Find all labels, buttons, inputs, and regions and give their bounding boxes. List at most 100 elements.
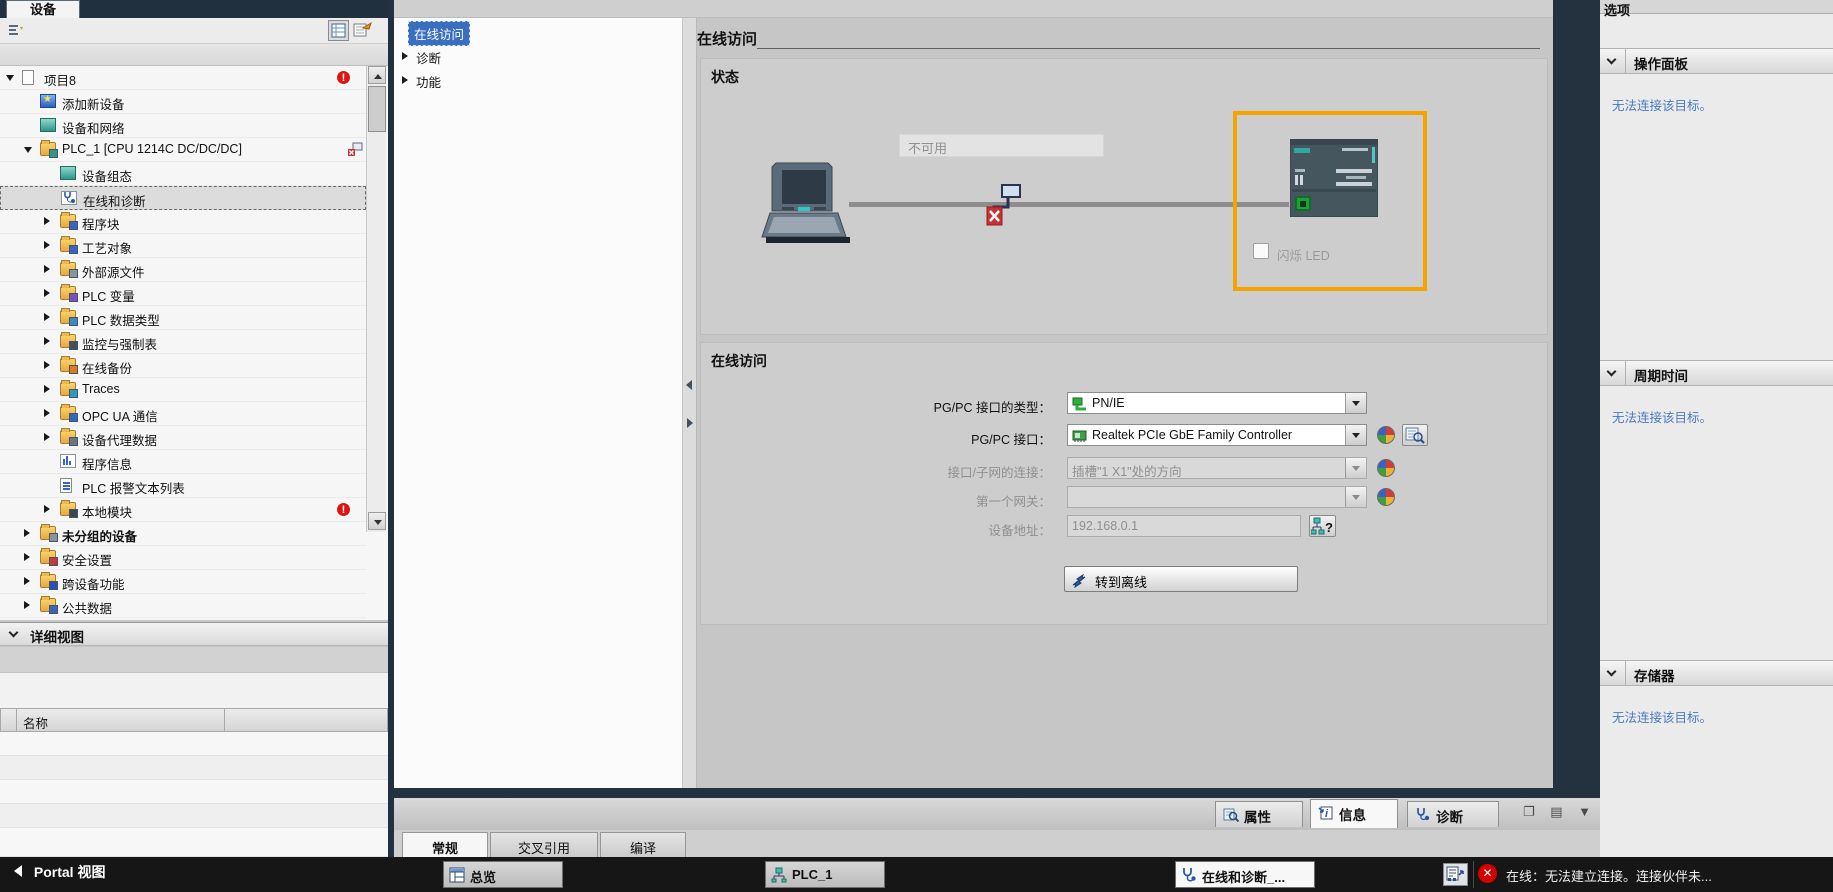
tree-item-program-info[interactable]: 程序信息	[0, 450, 366, 474]
tree-item-plc-tags[interactable]: PLC 变量	[0, 282, 366, 306]
inspector-tab-diagnostics[interactable]: 诊断	[1407, 801, 1499, 827]
detail-view-empty	[0, 673, 388, 708]
collapse-column[interactable]	[1600, 361, 1626, 385]
tree-item-plc-datatypes[interactable]: PLC 数据类型	[0, 306, 366, 330]
expander-closed-icon[interactable]	[44, 289, 50, 297]
expander-open-icon[interactable]	[24, 147, 32, 153]
tree-item-alarm-text-list[interactable]: PLC 报警文本列表	[0, 474, 366, 498]
export-icon[interactable]	[352, 20, 374, 41]
tree-item-plc-folder[interactable]: PLC_1 [CPU 1214C DC/DC/DC]	[0, 138, 366, 162]
expander-open-icon[interactable]	[6, 75, 14, 81]
tab-devices[interactable]: 设备	[6, 0, 80, 18]
inspector-window-icons[interactable]: ❐ ▤ ▼	[1523, 804, 1597, 820]
expander-closed-icon[interactable]	[44, 505, 50, 513]
expander-closed-icon[interactable]	[24, 577, 30, 585]
plc1-editor-button[interactable]: PLC_1	[765, 861, 885, 888]
tree-item-label: PLC_1 [CPU 1214C DC/DC/DC]	[62, 142, 242, 156]
device-proxy-data-icon	[60, 430, 76, 444]
expander-closed-icon[interactable]	[24, 601, 30, 609]
expander-closed-icon[interactable]	[44, 241, 50, 249]
scroll-down-button[interactable]	[368, 512, 386, 530]
pgpc-interface-select[interactable]: Realtek PCIe GbE Family Controller	[1067, 424, 1367, 446]
portal-view-button[interactable]: Portal 视图	[14, 862, 105, 882]
tree-item-common-data[interactable]: 公共数据	[0, 594, 366, 618]
sort-filter-icon[interactable]	[8, 23, 24, 39]
tree-item-program-blocks[interactable]: 程序块	[0, 210, 366, 234]
info-icon: i	[1318, 805, 1334, 820]
tree-item-security-settings[interactable]: 安全设置	[0, 546, 366, 570]
nav-item-online-access[interactable]: 在线访问	[394, 20, 683, 44]
collapse-column[interactable]	[1600, 49, 1626, 73]
expander-closed-icon[interactable]	[44, 433, 50, 441]
status-heading: 状态	[711, 67, 739, 87]
project-tree-scrollbar[interactable]	[366, 66, 386, 532]
section-header-memory[interactable]: 存储器	[1600, 660, 1833, 686]
flash-led-checkbox[interactable]	[1253, 243, 1269, 259]
tree-item-online-backup[interactable]: 在线备份	[0, 354, 366, 378]
tree-item-external-sources[interactable]: 外部源文件	[0, 258, 366, 282]
expander-closed-icon[interactable]	[44, 361, 50, 369]
tree-item-cross-device-functions[interactable]: 跨设备功能	[0, 570, 366, 594]
security-shield-icon[interactable]	[1377, 488, 1395, 506]
tree-item-online-diagnostics[interactable]: 在线和诊断	[0, 186, 366, 210]
subtab-cross-references[interactable]: 交叉引用	[490, 832, 598, 857]
subtab-compile[interactable]: 编译	[600, 832, 686, 857]
overview-button[interactable]: 总览	[443, 861, 563, 888]
collapse-left-icon[interactable]	[686, 380, 692, 390]
interface-properties-button[interactable]	[1402, 424, 1428, 446]
pgpc-interface-type-select[interactable]: PN/IE	[1067, 392, 1367, 414]
detail-extra-column-header[interactable]	[224, 708, 388, 732]
online-diagnostics-editor-button[interactable]: 在线和诊断_...	[1175, 861, 1315, 888]
expander-closed-icon[interactable]	[24, 529, 30, 537]
expander-closed-icon[interactable]	[44, 385, 50, 393]
expander-closed-icon[interactable]	[402, 76, 408, 84]
expander-closed-icon[interactable]	[44, 337, 50, 345]
tree-item-opc-ua[interactable]: OPC UA 通信	[0, 402, 366, 426]
section-header-cycle-time[interactable]: 周期时间	[1600, 360, 1833, 386]
tree-item-ungrouped-devices[interactable]: 未分组的设备	[0, 522, 366, 546]
tree-item-label: PLC 报警文本列表	[82, 478, 185, 497]
tree-item-add-device[interactable]: ★添加新设备	[0, 90, 366, 114]
tree-item-watch-tables[interactable]: 监控与强制表	[0, 330, 366, 354]
dropdown-arrow-icon[interactable]	[1345, 393, 1366, 413]
expander-closed-icon[interactable]	[44, 409, 50, 417]
subtab-general[interactable]: 常规	[402, 832, 488, 857]
status-doc-icon[interactable]	[1443, 863, 1468, 886]
collapse-column[interactable]	[1600, 661, 1626, 685]
inspector-tab-info[interactable]: i信息	[1310, 799, 1398, 828]
tree-item-project[interactable]: 项目8!	[0, 66, 366, 90]
accessible-nodes-button[interactable]: ?	[1309, 515, 1336, 537]
detail-row	[0, 804, 388, 828]
tree-item-device-proxy-data[interactable]: 设备代理数据	[0, 426, 366, 450]
security-shield-icon[interactable]	[1377, 459, 1395, 477]
scrollbar-thumb[interactable]	[368, 86, 386, 132]
expander-closed-icon[interactable]	[402, 52, 408, 60]
error-badge-icon: !	[336, 70, 351, 85]
expander-closed-icon[interactable]	[44, 217, 50, 225]
details-view-toggle-button[interactable]	[328, 20, 349, 41]
tree-item-device-config[interactable]: 设备组态	[0, 162, 366, 186]
detail-name-column-header[interactable]: 名称	[16, 708, 225, 732]
nav-item-label: 在线访问	[408, 21, 470, 46]
cycle-time-title: 周期时间	[1634, 365, 1688, 385]
expander-closed-icon[interactable]	[44, 313, 50, 321]
tree-item-technology-objects[interactable]: 工艺对象	[0, 234, 366, 258]
detail-view-header[interactable]: 详细视图	[0, 622, 388, 646]
options-title: 选项	[1604, 0, 1630, 19]
tree-item-local-modules[interactable]: 本地模块!	[0, 498, 366, 522]
inspector-tab-properties[interactable]: 属性	[1215, 801, 1303, 827]
expand-right-icon[interactable]	[687, 418, 693, 428]
nav-splitter[interactable]	[683, 18, 697, 788]
tree-item-devices-networks[interactable]: 设备和网络	[0, 114, 366, 138]
security-shield-icon[interactable]	[1377, 426, 1395, 444]
nav-item-functions[interactable]: 功能	[394, 68, 683, 92]
expander-closed-icon[interactable]	[24, 553, 30, 561]
scroll-up-button[interactable]	[368, 66, 386, 84]
detail-view-title: 详细视图	[30, 626, 84, 646]
nav-item-diagnostics[interactable]: 诊断	[394, 44, 683, 68]
expander-closed-icon[interactable]	[44, 265, 50, 273]
section-header-operator-panel[interactable]: 操作面板	[1600, 48, 1833, 74]
tree-item-traces[interactable]: Traces	[0, 378, 366, 402]
dropdown-arrow-icon[interactable]	[1345, 425, 1366, 445]
go-offline-button[interactable]: 转到离线	[1064, 566, 1298, 592]
